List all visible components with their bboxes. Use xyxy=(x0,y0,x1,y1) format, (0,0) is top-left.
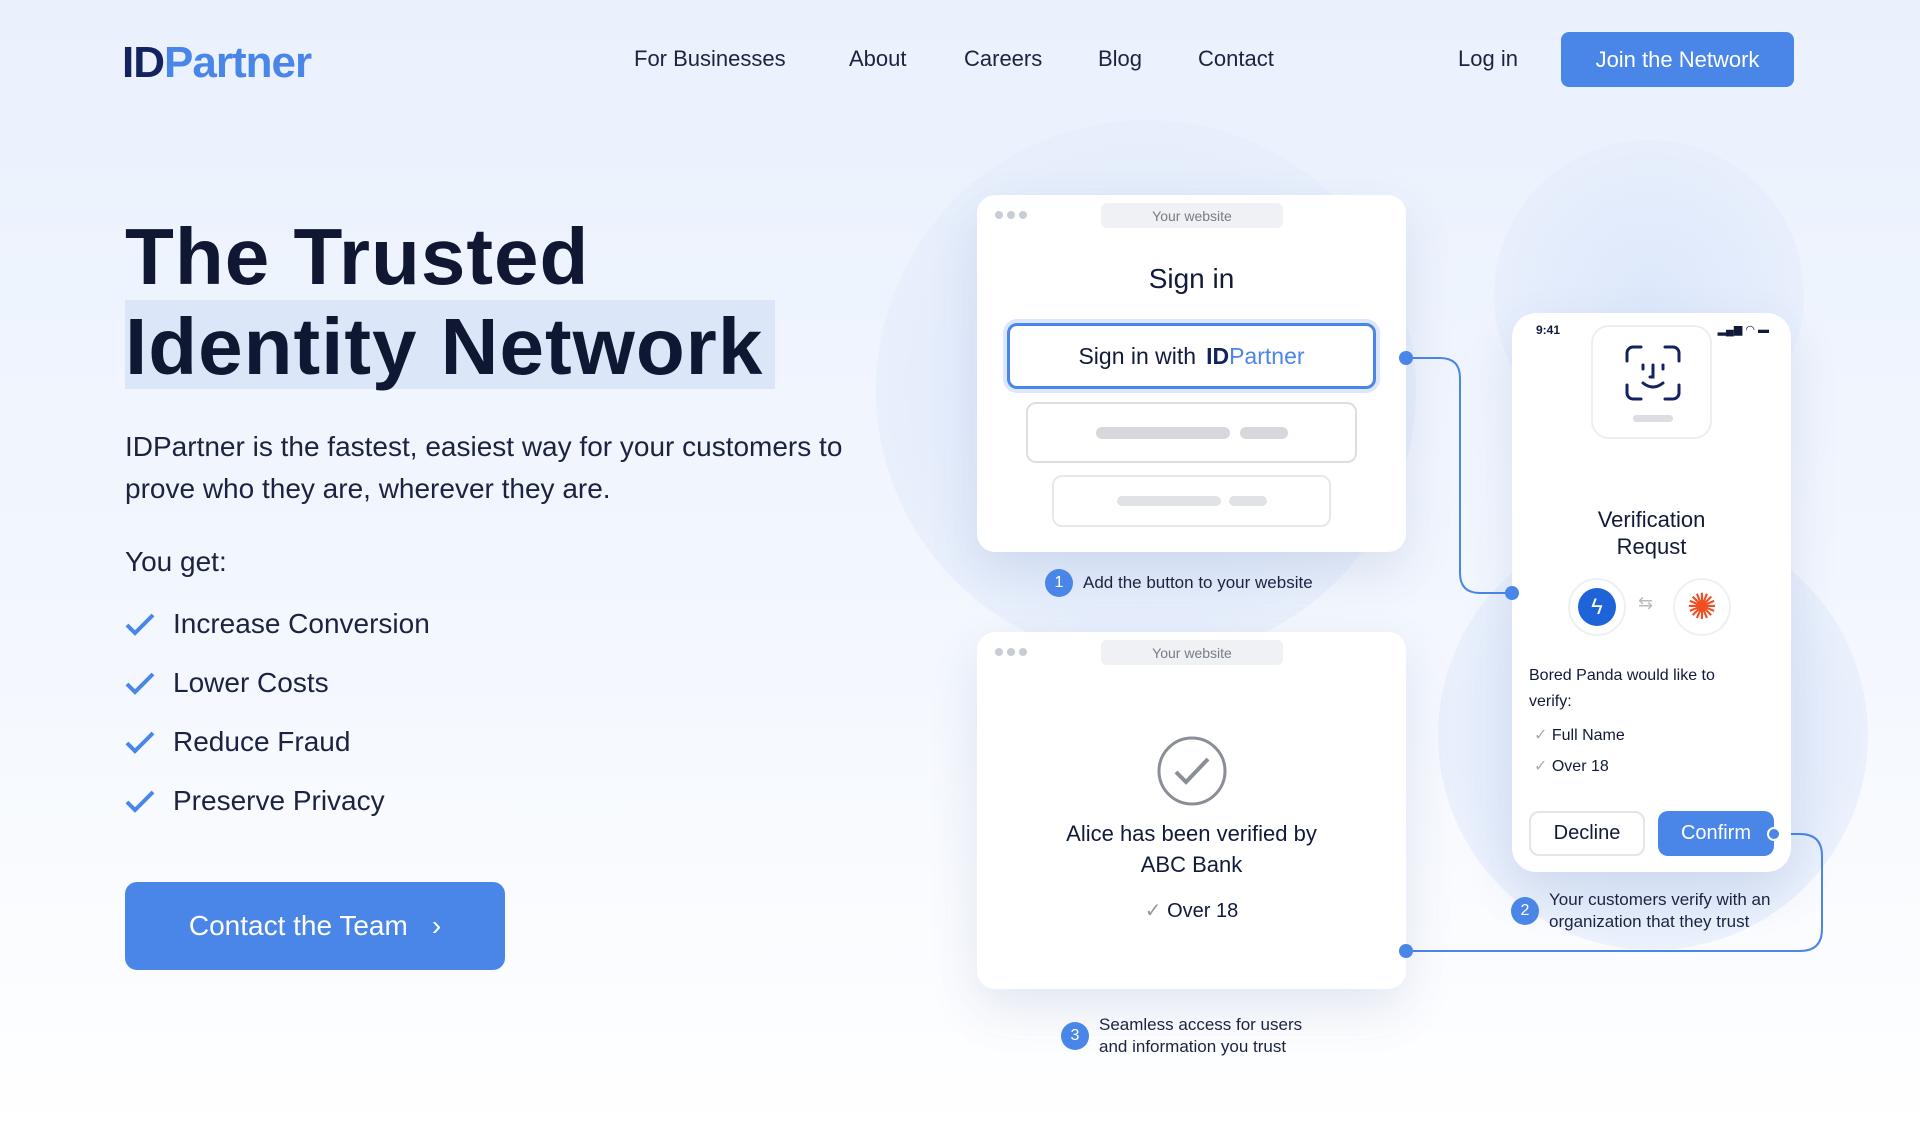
placeholder-button xyxy=(1052,475,1331,527)
confirm-button[interactable]: Confirm xyxy=(1658,811,1774,856)
status-time: 9:41 xyxy=(1536,323,1561,337)
lightning-icon: ϟ xyxy=(1578,588,1616,626)
url-bar: Your website xyxy=(1101,640,1283,665)
verified-check-icon xyxy=(1157,736,1227,806)
window-dots xyxy=(995,648,1027,656)
step-caption-3: 3 Seamless access for users and informati… xyxy=(1061,1014,1329,1058)
phone-mockup: 9:41 ▂▄▆ ◠ ▬ Verification Requst ϟ ⇆ ✺ B… xyxy=(1505,313,1791,872)
decline-button[interactable]: Decline xyxy=(1529,811,1645,856)
requested-attribute: ✓ Over 18 xyxy=(1534,758,1609,775)
status-icons: ▂▄▆ ◠ ▬ xyxy=(1717,324,1769,336)
step-caption-1: 1 Add the button to your website xyxy=(1045,569,1313,597)
verified-message: Alice has been verified by ABC Bank xyxy=(1066,821,1317,877)
step-caption-2: 2 Your customers verify with an organizat… xyxy=(1511,889,1799,933)
window-dots xyxy=(995,211,1027,219)
verified-attribute: ✓ Over 18 xyxy=(1144,900,1239,922)
verified-card: Your website Alice has been verified by … xyxy=(977,632,1413,989)
face-id-box xyxy=(1591,325,1712,439)
url-bar: Your website xyxy=(1101,203,1283,228)
signin-with-idpartner-button[interactable]: Sign in with ID Partner xyxy=(1007,323,1376,389)
verification-title: Verification Requst xyxy=(1597,507,1706,559)
placeholder-button xyxy=(1026,402,1357,463)
signin-title: Sign in xyxy=(1148,263,1235,294)
face-id-icon xyxy=(1625,345,1681,401)
exchange-arrows-icon: ⇆ xyxy=(1638,593,1654,613)
bank-logo: ϟ xyxy=(1568,578,1626,636)
signin-card: Your website Sign in Sign in with ID Partn… xyxy=(977,195,1413,552)
sunburst-logo-icon: ✺ xyxy=(1673,578,1731,636)
requested-attribute: ✓ Full Name xyxy=(1534,727,1625,744)
verification-request-text: Bored Panda would like to verify: xyxy=(1529,667,1715,710)
